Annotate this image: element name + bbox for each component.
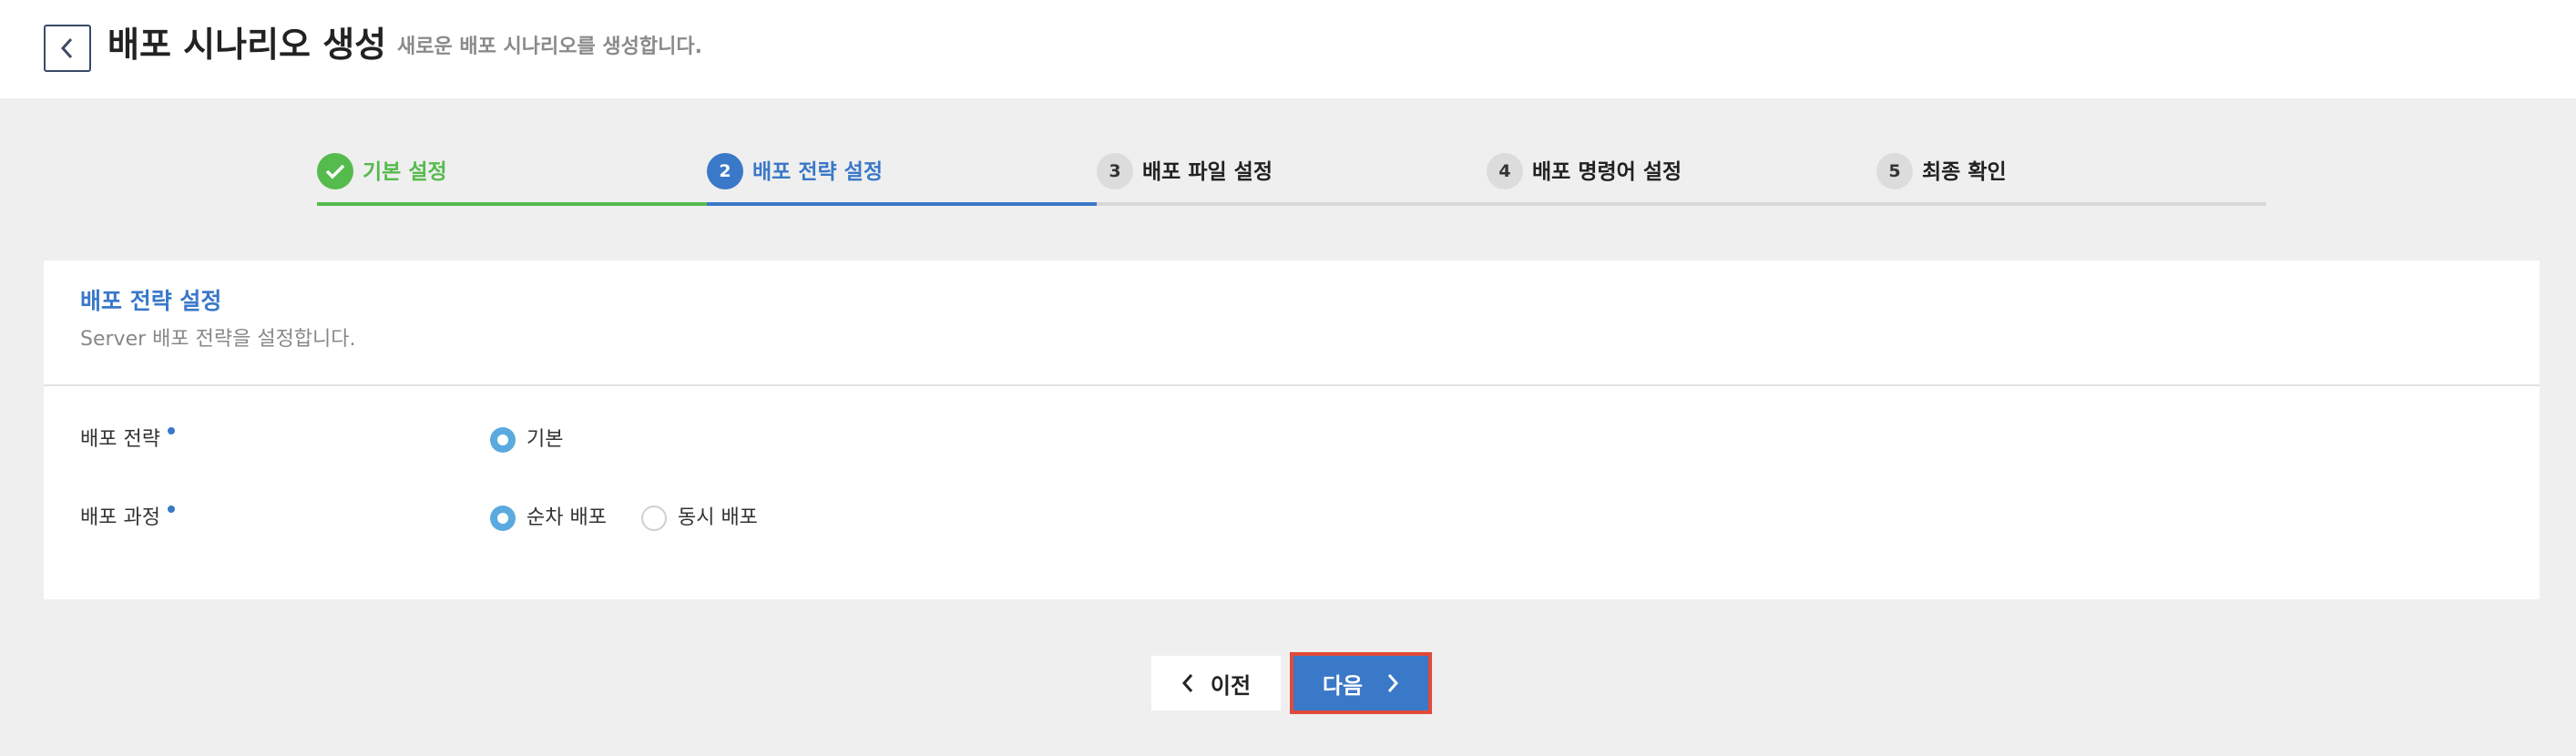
next-button-label: 다음 — [1322, 672, 1364, 699]
radio-label: 동시 배포 — [677, 506, 758, 529]
step-strategy-settings[interactable]: 2 배포 전략 설정 — [707, 149, 1097, 206]
field-label-process: 배포 과정 — [80, 505, 175, 532]
chevron-left-icon — [60, 37, 73, 59]
progress-stepper: 기본 설정 2 배포 전략 설정 3 배포 파일 설정 4 배포 명령어 설정 … — [317, 149, 2266, 206]
strategy-radio-group: 기본 — [490, 426, 598, 454]
divider — [44, 384, 2540, 386]
step-number: 3 — [1097, 153, 1133, 189]
prev-button[interactable]: 이전 — [1151, 656, 1281, 710]
step-number: 5 — [1876, 153, 1913, 189]
chevron-right-icon — [1387, 674, 1399, 692]
step-number: 2 — [707, 153, 743, 189]
field-label-strategy: 배포 전략 — [80, 426, 175, 454]
step-track — [317, 202, 707, 206]
radio-option-sequential[interactable]: 순차 배포 — [490, 505, 607, 532]
step-label: 기본 설정 — [363, 160, 447, 184]
panel-description: Server 배포 전략을 설정합니다. — [80, 328, 356, 351]
required-indicator — [167, 427, 175, 434]
radio-button[interactable] — [490, 506, 516, 531]
step-final-confirm[interactable]: 5 최종 확인 — [1876, 149, 2266, 206]
chevron-left-icon — [1181, 674, 1193, 692]
step-label: 배포 파일 설정 — [1142, 160, 1273, 184]
radio-button[interactable] — [640, 506, 667, 531]
step-file-settings[interactable]: 3 배포 파일 설정 — [1097, 149, 1487, 206]
back-button[interactable] — [44, 25, 91, 72]
strategy-settings-panel: 배포 전략 설정 Server 배포 전략을 설정합니다. 배포 전략 기본 배… — [44, 261, 2540, 599]
radio-label: 순차 배포 — [526, 506, 607, 529]
radio-option-basic[interactable]: 기본 — [490, 426, 563, 454]
radio-button[interactable] — [490, 427, 516, 453]
step-command-settings[interactable]: 4 배포 명령어 설정 — [1487, 149, 1876, 206]
prev-button-label: 이전 — [1210, 672, 1252, 699]
step-label: 배포 전략 설정 — [752, 160, 883, 184]
step-basic-settings[interactable]: 기본 설정 — [317, 149, 707, 206]
process-radio-group: 순차 배포 동시 배포 — [490, 505, 792, 532]
step-number: 4 — [1487, 153, 1523, 189]
step-circle — [317, 153, 353, 189]
radio-label: 기본 — [526, 428, 564, 451]
check-icon — [325, 164, 345, 179]
step-label: 배포 명령어 설정 — [1532, 160, 1682, 184]
page-subtitle: 새로운 배포 시나리오를 생성합니다. — [397, 36, 702, 58]
step-track — [1097, 202, 1487, 206]
next-button[interactable]: 다음 — [1290, 652, 1432, 714]
page-title: 배포 시나리오 생성 — [107, 25, 387, 65]
step-track — [1487, 202, 1876, 206]
step-label: 최종 확인 — [1922, 160, 2007, 184]
field-label-text: 배포 전략 — [80, 428, 160, 451]
step-track — [707, 202, 1097, 206]
step-track — [1876, 202, 2266, 206]
panel-title: 배포 전략 설정 — [80, 288, 222, 314]
page-header: 배포 시나리오 생성 새로운 배포 시나리오를 생성합니다. — [0, 0, 2576, 98]
required-indicator — [167, 506, 175, 513]
radio-option-concurrent[interactable]: 동시 배포 — [640, 505, 758, 532]
field-label-text: 배포 과정 — [80, 506, 160, 529]
